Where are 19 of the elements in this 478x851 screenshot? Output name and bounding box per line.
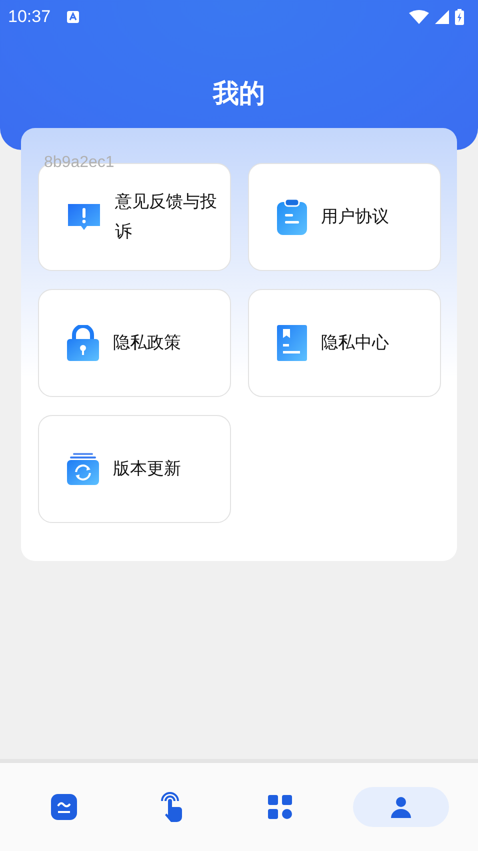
page-title: 我的 (212, 78, 266, 110)
status-time: 10:37 (8, 7, 51, 27)
person-icon (389, 795, 413, 819)
refresh-icon (67, 453, 99, 485)
notification-icon (66, 11, 79, 23)
battery-icon (455, 9, 464, 25)
wave-square-icon (51, 794, 77, 820)
nav-tab[interactable] (353, 787, 449, 827)
menu-tile[interactable]: 用户协议 (248, 163, 441, 271)
menu-tile[interactable]: 隐私政策 (38, 289, 231, 397)
hand-tap-icon (159, 791, 185, 823)
clipboard-icon (277, 199, 307, 235)
padlock-icon (67, 325, 99, 361)
document-icon (277, 325, 307, 361)
wifi-icon (409, 10, 429, 24)
menu-tile[interactable]: 版本更新 (38, 415, 231, 523)
menu-tile[interactable]: 隐私中心 (248, 289, 441, 397)
grid-icon (268, 795, 292, 819)
signal-icon (435, 10, 449, 24)
